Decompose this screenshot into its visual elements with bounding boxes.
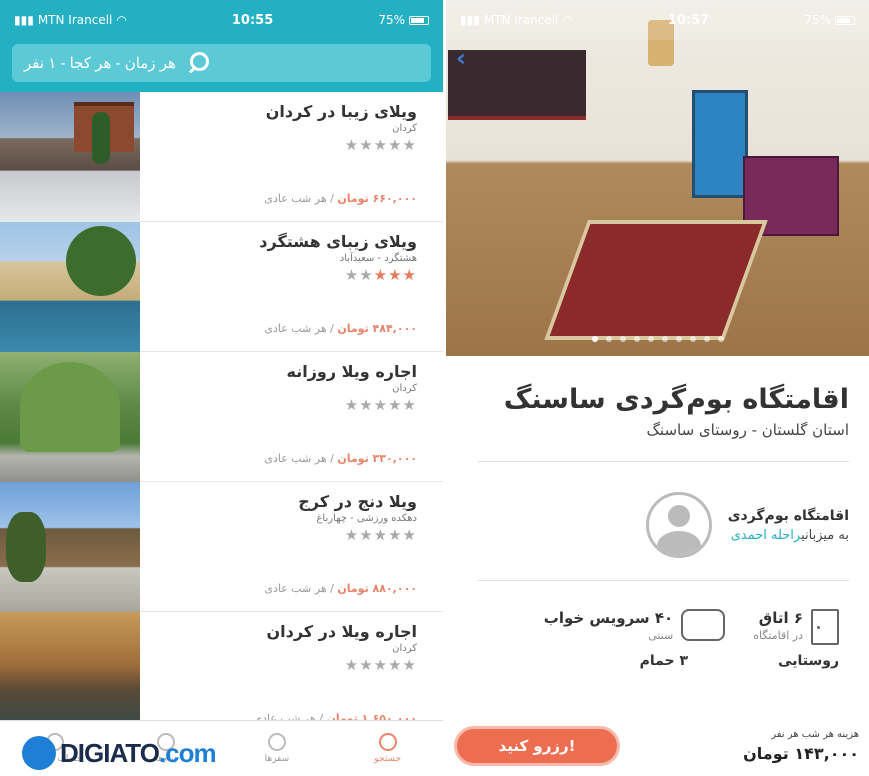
listing-location: کردان — [392, 383, 417, 394]
pager-dot — [605, 336, 612, 342]
rating-stars: ★★★★★ — [344, 396, 417, 414]
listing-location: دهکده ورزشی - چهارباغ — [316, 513, 417, 524]
clock: 10:55 — [231, 12, 274, 28]
photo-gallery[interactable]: ▮▮▮ MTN Irancell ◠ 10:57 75% ‹ — [446, 0, 869, 356]
digiato-watermark: DIGIATO.com — [22, 736, 217, 770]
nav-trips[interactable]: سفرها — [222, 721, 333, 776]
listing-title[interactable]: ویلا دنج در کرج — [150, 492, 417, 511]
booking-bar: رزرو کنید! هزینه هر شب هر نفر ۱۴۳,۰۰۰ تو… — [446, 716, 869, 776]
listing-detail-screen: ▮▮▮ MTN Irancell ◠ 10:57 75% ‹ اقامتگاه … — [446, 0, 869, 776]
pager-dot — [703, 336, 710, 342]
nightly-price: هزینه هر شب هر نفر ۱۴۳,۰۰۰ تومان — [743, 729, 859, 763]
listing-title[interactable]: ویلای زیبا در کردان — [150, 102, 417, 121]
listing-price: ۶۶۰,۰۰۰ تومان / هر شب عادی — [264, 192, 417, 205]
pager-dot — [717, 336, 724, 342]
wifi-icon: ◠ — [562, 13, 573, 27]
nav-search[interactable]: جستجو — [332, 721, 443, 776]
pager-dot — [675, 336, 682, 342]
search-header: هر زمان - هر کجا - ۱ نفر — [0, 40, 443, 92]
search-icon — [378, 733, 397, 751]
divider — [478, 580, 849, 581]
listing-photo[interactable] — [0, 482, 140, 612]
battery-indicator: 75% — [378, 13, 429, 27]
pager-dot — [633, 336, 640, 342]
listing-card[interactable]: ویلا دنج در کرج دهکده ورزشی - چهارباغ ★★… — [0, 482, 443, 612]
listing-price: ۴۸۴,۰۰۰ تومان / هر شب عادی — [264, 322, 417, 335]
pager-dot — [661, 336, 668, 342]
carrier: ▮▮▮ MTN Irancell ◠ — [14, 13, 127, 27]
listing-card[interactable]: اجاره ویلا روزانه کردان ★★★★★ ۳۳۰,۰۰۰ تو… — [0, 352, 443, 482]
listing-title[interactable]: اجاره ویلا در کردان — [150, 622, 417, 641]
rating-stars: ★★★★★ — [344, 656, 417, 674]
beds-stat: ۴۰ سرویس خواب سنتی — [544, 609, 726, 645]
clock: 10:57 — [667, 12, 710, 28]
search-input[interactable]: هر زمان - هر کجا - ۱ نفر — [24, 54, 176, 72]
listing-price: ۸۸۰,۰۰۰ تومان / هر شب عادی — [264, 582, 417, 595]
status-bar: ▮▮▮ MTN Irancell ◠ 10:55 75% — [0, 0, 443, 40]
door-icon — [811, 609, 839, 645]
listing-location: کردان — [392, 643, 417, 654]
pager-dot — [591, 336, 598, 342]
rating-stars: ★★★★★ — [344, 526, 417, 544]
status-bar: ▮▮▮ MTN Irancell ◠ 10:57 75% — [446, 0, 869, 40]
host-line: به میزبانیراحله احمدی — [730, 527, 849, 543]
pager-dot — [647, 336, 654, 342]
digiato-logo-icon — [22, 736, 56, 770]
divider — [478, 461, 849, 462]
listing-photo[interactable] — [0, 222, 140, 352]
battery-icon — [408, 16, 429, 25]
listing-location: هشتگرد - سعیدآباد — [339, 253, 417, 264]
listing-card[interactable]: ویلای زیبای هشتگرد هشتگرد - سعیدآباد ★★★… — [0, 222, 443, 352]
wifi-icon: ◠ — [116, 13, 127, 27]
listing-list: ویلای زیبا در کردان کردان ★★★★★ ۶۶۰,۰۰۰ … — [0, 92, 443, 720]
listing-title[interactable]: ویلای زیبای هشتگرد — [150, 232, 417, 251]
book-button[interactable]: رزرو کنید! — [454, 726, 620, 766]
listing-photo[interactable] — [0, 612, 140, 720]
listing-card[interactable]: ویلای زیبا در کردان کردان ★★★★★ ۶۶۰,۰۰۰ … — [0, 92, 443, 222]
listing-details: اقامتگاه بوم‌گردی ساسنگ استان گلستان - ر… — [446, 356, 869, 669]
pager-dot — [619, 336, 626, 342]
host-type: اقامتگاه بوم‌گردی — [727, 507, 849, 524]
back-arrow-icon[interactable]: ‹ — [456, 44, 466, 72]
listing-photo[interactable] — [0, 92, 140, 222]
avatar[interactable] — [645, 492, 712, 558]
listing-location: کردان — [392, 123, 417, 134]
pager-dot — [689, 336, 696, 342]
search-icon[interactable] — [188, 52, 210, 74]
listing-location: استان گلستان - روستای ساسنگ — [646, 421, 850, 439]
amenity-stats: ۶ اتاق در اقامتگاه ۴۰ سرویس خواب سنتی — [478, 609, 849, 645]
listing-title: اقامتگاه بوم‌گردی ساسنگ — [503, 384, 849, 415]
rating-stars: ★★★★★ — [344, 266, 417, 284]
host-info[interactable]: اقامتگاه بوم‌گردی به میزبانیراحله احمدی — [478, 492, 849, 558]
battery-indicator: 75% — [804, 13, 855, 27]
gallery-pager[interactable] — [446, 336, 869, 342]
rooms-stat: ۶ اتاق در اقامتگاه — [753, 609, 839, 645]
signal-icon: ▮▮▮ — [460, 13, 480, 27]
carrier: ▮▮▮ MTN Irancell ◠ — [460, 13, 573, 27]
listing-title[interactable]: اجاره ویلا روزانه — [150, 362, 417, 381]
listing-price: ۱,۶۵۰,۰۰۰ تومان / هر شب عادی — [253, 712, 417, 720]
battery-icon — [834, 16, 855, 25]
listing-photo[interactable] — [0, 352, 140, 482]
listing-card[interactable]: اجاره ویلا در کردان کردان ★★★★★ ۱,۶۵۰,۰۰… — [0, 612, 443, 720]
signal-icon: ▮▮▮ — [14, 13, 34, 27]
listing-price: ۳۳۰,۰۰۰ تومان / هر شب عادی — [264, 452, 417, 465]
trips-icon — [267, 733, 286, 751]
rating-stars: ★★★★★ — [344, 136, 417, 154]
amenity-stats-more: روستایی ۳ حمام — [639, 653, 839, 669]
pillow-icon — [681, 609, 726, 641]
search-bar[interactable]: هر زمان - هر کجا - ۱ نفر — [12, 44, 431, 82]
search-results-screen: ▮▮▮ MTN Irancell ◠ 10:55 75% هر زمان - ه… — [0, 0, 443, 776]
host-name[interactable]: راحله احمدی — [731, 528, 801, 543]
